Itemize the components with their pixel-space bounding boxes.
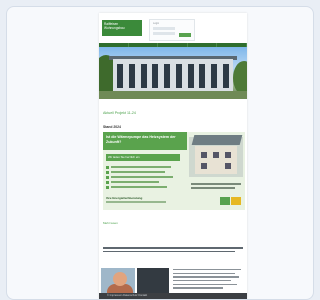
house-roof (191, 135, 243, 145)
check-icon (106, 185, 109, 189)
house-window (201, 152, 207, 158)
check-icon (106, 175, 109, 179)
house-window (201, 163, 207, 169)
check-icon (106, 170, 109, 174)
logo-line-2: Wohnungsbau (104, 26, 125, 30)
login-label: Login (153, 22, 160, 25)
footer-text: © Impressum Datenschutz Kontakt (107, 294, 148, 297)
check-icon (106, 165, 109, 169)
site-header: Raiffeisen Wohnungsbau Login (99, 13, 247, 43)
banner-subline: Wir laden Sie herzlich ein (106, 154, 180, 161)
house-window (225, 163, 231, 169)
house-window (225, 152, 231, 158)
banner-caption-line (191, 183, 241, 185)
house-wall (195, 146, 237, 174)
project-link[interactable]: Aktuell Projekt 11-24 (103, 111, 136, 115)
banner-headline: Ist die Wärmepumpe das Heizsystem der Zu… (103, 132, 187, 150)
web-page: Raiffeisen Wohnungsbau Login Aktuell Pro… (99, 13, 247, 299)
building-windows (117, 64, 229, 88)
banner-caption-line (191, 187, 235, 189)
partner-logo-green (220, 197, 230, 205)
banner-checklist (106, 165, 180, 190)
partner-logo-yellow (231, 197, 241, 205)
login-panel: Login (149, 19, 195, 41)
promo-banner[interactable]: Ist die Wärmepumpe das Heizsystem der Zu… (103, 132, 245, 210)
read-more-link[interactable]: Mehr lesen (103, 221, 118, 225)
media-text-block (173, 269, 243, 291)
video-thumbnail[interactable] (137, 268, 169, 296)
house-window (213, 152, 219, 158)
username-field[interactable] (153, 27, 175, 30)
tree-right (233, 61, 247, 95)
hero-image (99, 47, 247, 99)
body-paragraph (103, 247, 243, 255)
site-logo[interactable]: Raiffeisen Wohnungsbau (102, 20, 142, 36)
person-head (113, 272, 127, 286)
password-field[interactable] (153, 32, 175, 35)
site-footer: © Impressum Datenschutz Kontakt (99, 293, 247, 299)
check-icon (106, 180, 109, 184)
banner-footer: Ihre Energiefachberatung (106, 196, 143, 200)
browser-card: Raiffeisen Wohnungsbau Login Aktuell Pro… (6, 6, 314, 300)
section-heading: Stand 2024 (103, 125, 121, 129)
login-button[interactable] (179, 33, 191, 37)
banner-footer-line (106, 201, 166, 203)
ground (99, 91, 247, 99)
person-photo[interactable] (101, 268, 135, 296)
